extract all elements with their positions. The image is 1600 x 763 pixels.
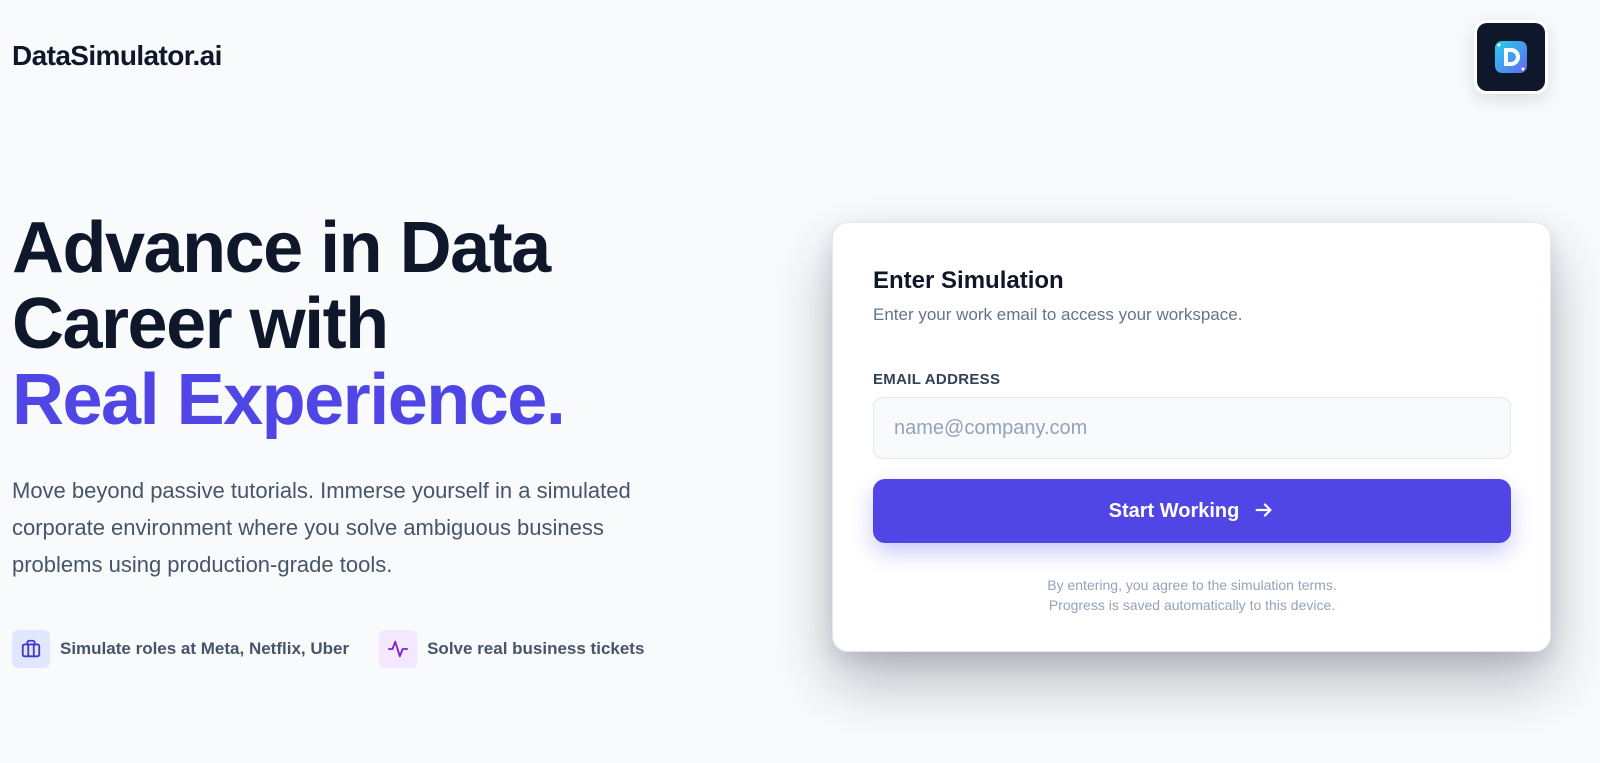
hero-headline-line1: Advance in Data [12,208,551,288]
hero-headline: Advance in Data Career with Real Experie… [12,208,566,440]
start-working-label: Start Working [1108,499,1240,522]
hero-description: Move beyond passive tutorials. Immerse y… [12,478,631,577]
card-subtitle: Enter your work email to access your wor… [873,305,1243,324]
hero-headline-line2: Career with [12,284,389,364]
landing-page: DataSimulator.ai Advance in Data Career … [0,0,1600,763]
email-input[interactable] [873,397,1511,459]
briefcase-icon [12,630,50,668]
card-title: Enter Simulation [873,267,1064,294]
start-working-button[interactable]: Start Working [873,479,1511,543]
feature-label: Simulate roles at Meta, Netflix, Uber [60,639,350,658]
datasimulator-d-logo-icon [1477,23,1545,91]
feature-item-business-tickets: Solve real business tickets [379,630,644,668]
hero-headline-accent: Real Experience. [12,360,566,440]
brand-logo-text[interactable]: DataSimulator.ai [12,40,222,72]
progress-notice-line: Progress is saved automatically to this … [1048,597,1336,613]
activity-icon [379,630,418,668]
feature-label: Solve real business tickets [427,639,645,658]
app-logo-badge[interactable] [1474,20,1548,94]
arrow-right-icon [1253,499,1275,524]
enter-simulation-card: Enter Simulation Enter your work email t… [832,222,1551,652]
feature-list: Simulate roles at Meta, Netflix, Uber So… [12,630,644,668]
terms-notice: By entering, you agree to the simulation… [873,575,1511,615]
terms-line: By entering, you agree to the simulation… [1047,577,1337,593]
email-field-label: EMAIL ADDRESS [873,371,1001,388]
feature-item-simulate-roles: Simulate roles at Meta, Netflix, Uber [12,630,349,668]
